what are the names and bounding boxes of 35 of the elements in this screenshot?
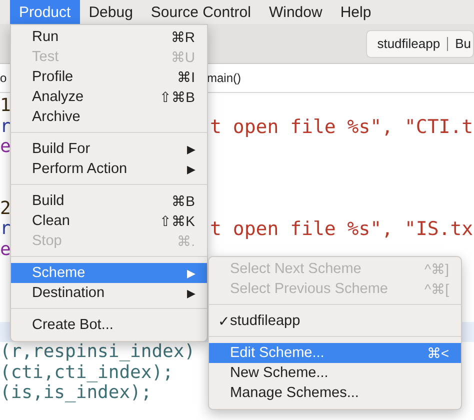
menu-item[interactable]: ✓studfileapp xyxy=(209,311,461,331)
code-text: e xyxy=(0,137,11,158)
menu-item[interactable]: Manage Schemes... xyxy=(209,383,461,403)
menu-bar-item[interactable]: Source Control xyxy=(142,0,260,24)
menu-item[interactable]: Archive xyxy=(11,107,207,127)
menu-item[interactable]: Scheme ▶ xyxy=(11,263,207,283)
menu-item[interactable]: Profile ⌘I xyxy=(11,67,207,87)
code-text: t open file %s", "CTI.t xyxy=(210,116,474,137)
code-text: e xyxy=(0,240,11,260)
jump-bar-item[interactable]: o xyxy=(0,71,7,85)
code-text: 1 xyxy=(0,96,11,116)
menu-item[interactable]: Clean ⇧⌘K xyxy=(11,211,207,231)
code-text: 2 xyxy=(0,198,11,219)
jump-bar-item[interactable]: main() xyxy=(207,71,242,85)
menu-item[interactable]: Edit Scheme... ⌘< xyxy=(209,343,461,363)
menu-bar-item[interactable]: Debug xyxy=(80,0,142,24)
code-text: t open file %s", "IS.tx xyxy=(210,219,474,240)
code-text: r xyxy=(0,116,11,137)
menu-item[interactable]: Build ⌘B xyxy=(11,191,207,211)
menu-item[interactable]: Run ⌘R xyxy=(11,27,207,47)
code-text: (r,respinsi_index) xyxy=(0,342,196,362)
checkmark-icon: ✓ xyxy=(209,313,230,329)
menu-bar-item[interactable]: Window xyxy=(260,0,332,24)
code-text: (is,is_index); xyxy=(0,383,152,404)
menu-item[interactable]: Create Bot... xyxy=(11,315,207,335)
menu-item[interactable]: Destination ▶ xyxy=(11,283,207,303)
menu-item[interactable]: Perform Action ▶ xyxy=(11,159,207,179)
scheme-selector[interactable]: studfileapp Bu xyxy=(366,30,474,58)
code-text: (cti,cti_index); xyxy=(0,362,174,383)
menu-item[interactable]: New Scheme... xyxy=(209,363,461,383)
code-text: r xyxy=(0,219,11,240)
menu-bar-item[interactable]: Help xyxy=(331,0,380,24)
menu-bar-item[interactable]: Product xyxy=(10,0,80,24)
menu-item[interactable]: Build For ▶ xyxy=(11,139,207,159)
menu-item[interactable]: Analyze ⇧⌘B xyxy=(11,87,207,107)
